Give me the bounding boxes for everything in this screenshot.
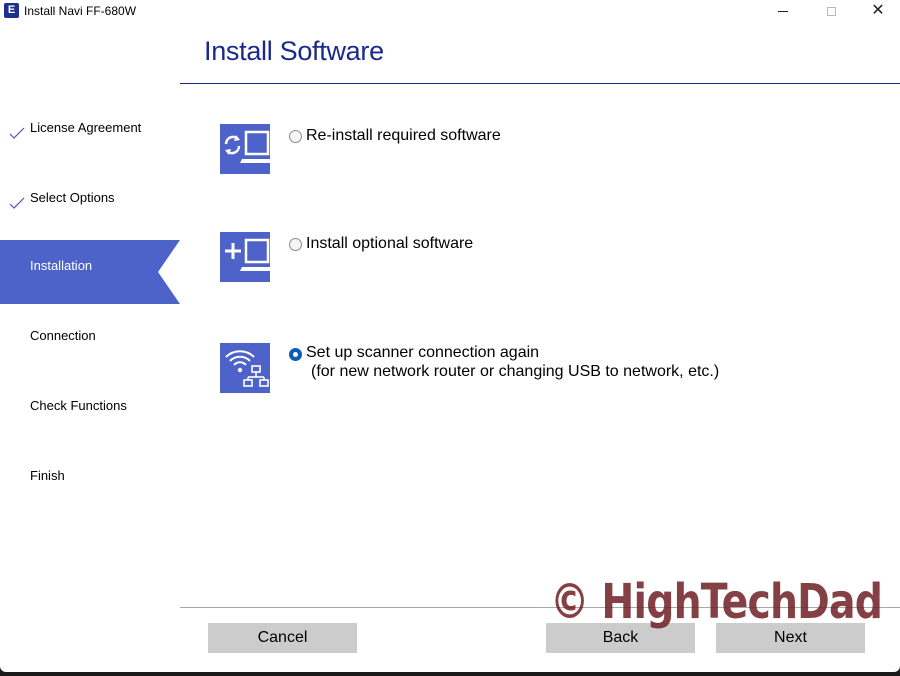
header-divider bbox=[180, 83, 900, 84]
add-computer-icon bbox=[220, 232, 270, 282]
step-finish: Finish bbox=[0, 450, 180, 514]
option-label[interactable]: Set up scanner connection again bbox=[306, 344, 539, 362]
maximize-icon bbox=[826, 6, 836, 16]
step-select-options: Select Options bbox=[0, 170, 180, 234]
active-step-notch bbox=[158, 240, 180, 304]
step-label: License Agreement bbox=[30, 120, 142, 135]
step-label: Select Options bbox=[30, 190, 115, 205]
footer-divider bbox=[180, 607, 900, 608]
minimize-button[interactable] bbox=[760, 0, 806, 22]
installer-window: E Install Navi FF-680W ✕ Install Softwar… bbox=[0, 0, 900, 672]
app-icon: E bbox=[4, 3, 19, 18]
next-button[interactable]: Next bbox=[716, 623, 865, 653]
check-icon bbox=[9, 197, 25, 209]
reinstall-computer-icon bbox=[220, 124, 270, 174]
close-icon: ✕ bbox=[871, 2, 885, 19]
close-button[interactable]: ✕ bbox=[855, 0, 900, 22]
option-label[interactable]: Install optional software bbox=[306, 235, 473, 253]
minimize-icon bbox=[778, 10, 788, 12]
maximize-button[interactable] bbox=[808, 0, 854, 22]
wifi-network-icon bbox=[220, 343, 270, 393]
step-check-functions: Check Functions bbox=[0, 380, 180, 444]
step-installation: Installation bbox=[0, 240, 180, 304]
step-label: Check Functions bbox=[30, 398, 127, 413]
install-optional-radio[interactable] bbox=[289, 238, 302, 251]
window-title: Install Navi FF-680W bbox=[24, 4, 137, 18]
title-bar: E Install Navi FF-680W ✕ bbox=[0, 0, 900, 22]
option-label[interactable]: Re-install required software bbox=[306, 127, 501, 145]
watermark: © HighTechDad bbox=[550, 574, 883, 630]
step-label: Connection bbox=[30, 328, 96, 343]
check-icon bbox=[9, 127, 25, 139]
back-button[interactable]: Back bbox=[546, 623, 695, 653]
step-label: Finish bbox=[30, 468, 65, 483]
option-sublabel: (for new network router or changing USB … bbox=[311, 363, 720, 380]
step-license-agreement: License Agreement bbox=[0, 100, 180, 164]
reinstall-radio[interactable] bbox=[289, 130, 302, 143]
step-connection: Connection bbox=[0, 310, 180, 374]
cancel-button[interactable]: Cancel bbox=[208, 623, 357, 653]
step-label: Installation bbox=[30, 258, 93, 273]
setup-connection-radio[interactable] bbox=[289, 348, 302, 361]
page-title: Install Software bbox=[204, 36, 384, 66]
